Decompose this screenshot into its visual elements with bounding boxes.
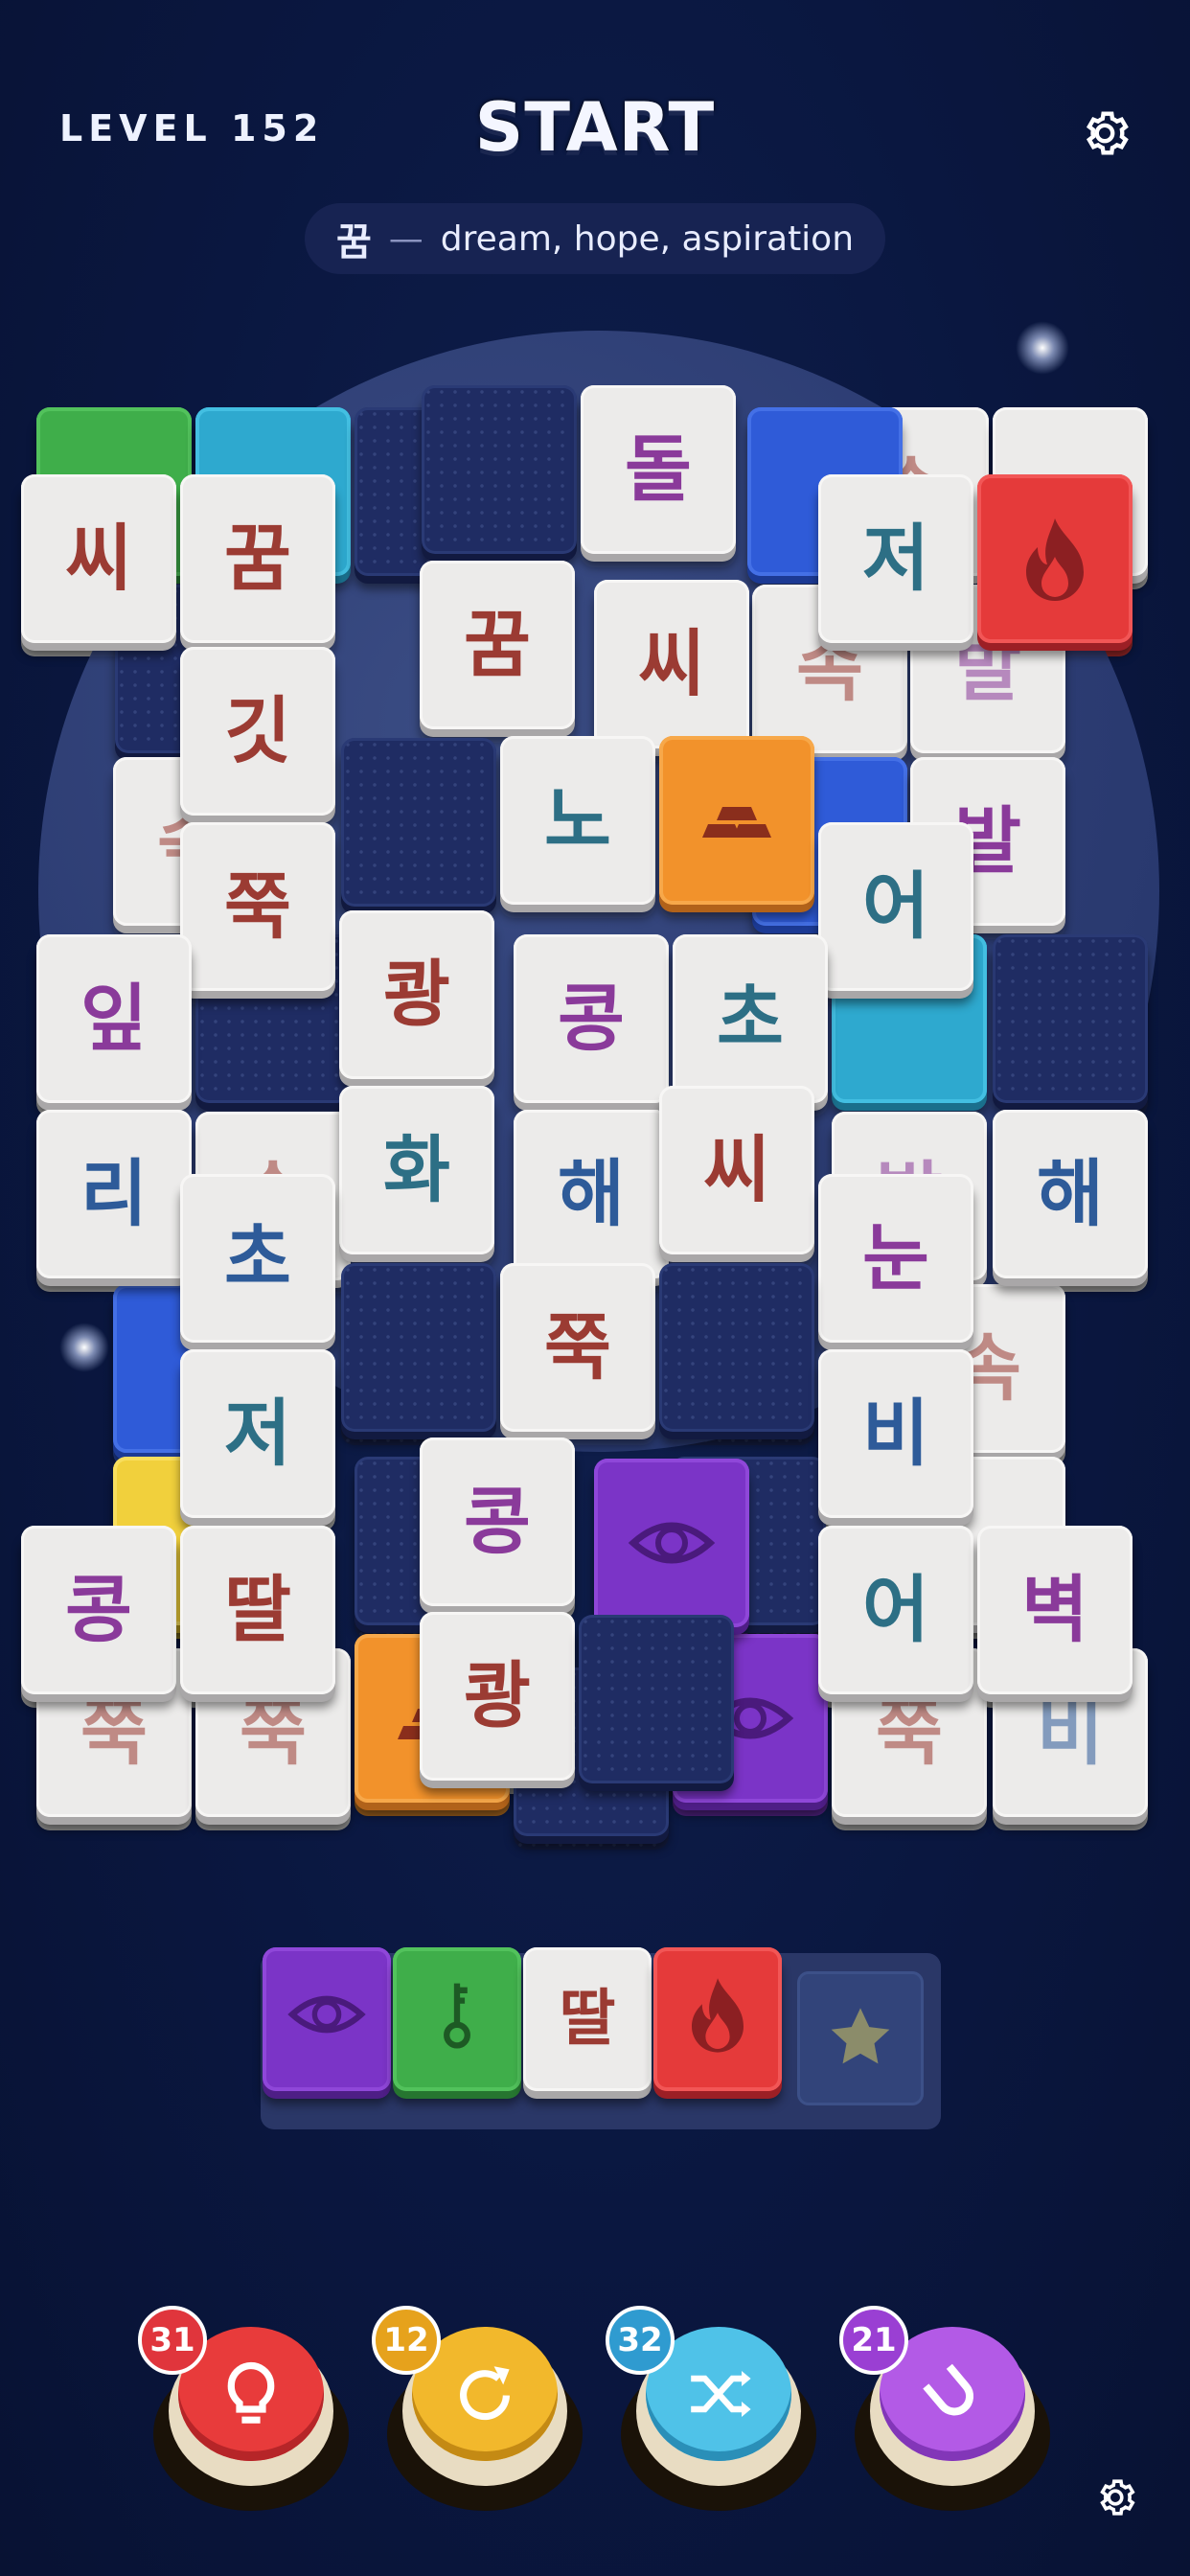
board-tile — [579, 1615, 734, 1783]
shuffle-count-badge: 32 — [606, 2306, 675, 2375]
word-hint-banner: 꿈 — dream, hope, aspiration — [305, 203, 885, 274]
board-tile[interactable]: 콩 — [420, 1438, 575, 1606]
tray-slot — [653, 1947, 782, 2091]
board-tile[interactable]: 어 — [818, 1526, 973, 1694]
board-tile[interactable]: 초 — [180, 1174, 335, 1343]
board-tile[interactable]: 리 — [36, 1110, 192, 1278]
board-tile[interactable]: 벽 — [977, 1526, 1133, 1694]
magnet-icon — [923, 2363, 973, 2416]
hint-meaning: dream, hope, aspiration — [440, 218, 855, 259]
board-tile[interactable]: 쭉 — [500, 1263, 655, 1432]
board-tile[interactable]: 해 — [993, 1110, 1148, 1278]
hint-dash: — — [388, 218, 423, 259]
lightbulb-icon — [227, 2361, 275, 2424]
gold-bars-icon — [702, 807, 771, 838]
undo-count-badge: 12 — [372, 2306, 441, 2375]
eye-icon — [287, 1995, 366, 2034]
undo-booster-button[interactable]: 12 — [372, 2306, 583, 2511]
eye-icon — [628, 1522, 716, 1564]
board-tile[interactable]: 씨 — [21, 474, 176, 643]
board-tile[interactable]: 저 — [818, 474, 973, 643]
board-tile[interactable]: 꿈 — [420, 561, 575, 729]
settings-gear-icon[interactable] — [1092, 2474, 1138, 2520]
shuffle-icon — [691, 2371, 751, 2417]
board-tile — [659, 1263, 814, 1432]
board-tile[interactable]: 초 — [673, 934, 828, 1103]
board-tile — [422, 385, 577, 554]
board-tile[interactable]: 깃 — [180, 647, 335, 816]
fire-icon — [1026, 518, 1084, 601]
fire-icon — [692, 1978, 744, 2053]
hint-count-badge: 31 — [138, 2306, 207, 2375]
start-title: START — [474, 88, 716, 167]
undo-icon — [460, 2366, 510, 2421]
board-tile[interactable]: 노 — [500, 736, 655, 905]
board-tile[interactable]: 콩 — [21, 1526, 176, 1694]
board-tile[interactable]: 씨 — [659, 1086, 814, 1254]
board-tile — [341, 1263, 496, 1432]
board-tile[interactable]: 콩 — [514, 934, 669, 1103]
board-tile[interactable]: 쭉 — [180, 822, 335, 991]
shuffle-booster-button[interactable]: 32 — [606, 2306, 816, 2511]
board-tile[interactable]: 쾅 — [339, 910, 494, 1079]
tray-slot — [393, 1947, 521, 2091]
board-tile — [993, 934, 1148, 1103]
board-tile[interactable] — [594, 1459, 749, 1627]
sparkle — [59, 1322, 109, 1372]
board-tile[interactable]: 돌 — [581, 385, 736, 554]
settings-gear-icon[interactable] — [1077, 105, 1133, 161]
board-tile[interactable]: 딸 — [180, 1526, 335, 1694]
magnet-booster-button[interactable]: 21 — [839, 2306, 1050, 2511]
board-tile — [341, 738, 496, 907]
hint-word: 꿈 — [335, 220, 372, 264]
tray-slot — [263, 1947, 391, 2091]
tray-slot-empty — [797, 1971, 924, 2105]
board-tile[interactable]: 어 — [818, 822, 973, 991]
board-tile[interactable]: 해 — [514, 1110, 669, 1278]
board-tile[interactable]: 씨 — [594, 580, 749, 748]
magnet-count-badge: 21 — [839, 2306, 908, 2375]
hint-booster-button[interactable]: 31 — [138, 2306, 349, 2511]
board-tile[interactable]: 비 — [818, 1349, 973, 1518]
board-tile[interactable]: 잎 — [36, 934, 192, 1103]
star-icon — [831, 2008, 890, 2064]
board-tile[interactable]: 눈 — [818, 1174, 973, 1343]
board-tile[interactable]: 쾅 — [420, 1612, 575, 1781]
sparkle — [1016, 321, 1069, 375]
board-tile[interactable]: 화 — [339, 1086, 494, 1254]
board-tile[interactable]: 꿈 — [180, 474, 335, 643]
board-tile[interactable] — [977, 474, 1133, 643]
key-icon — [444, 1983, 470, 2049]
board-tile[interactable]: 저 — [180, 1349, 335, 1518]
tray-slot: 딸 — [523, 1947, 652, 2091]
board-tile[interactable] — [659, 736, 814, 905]
